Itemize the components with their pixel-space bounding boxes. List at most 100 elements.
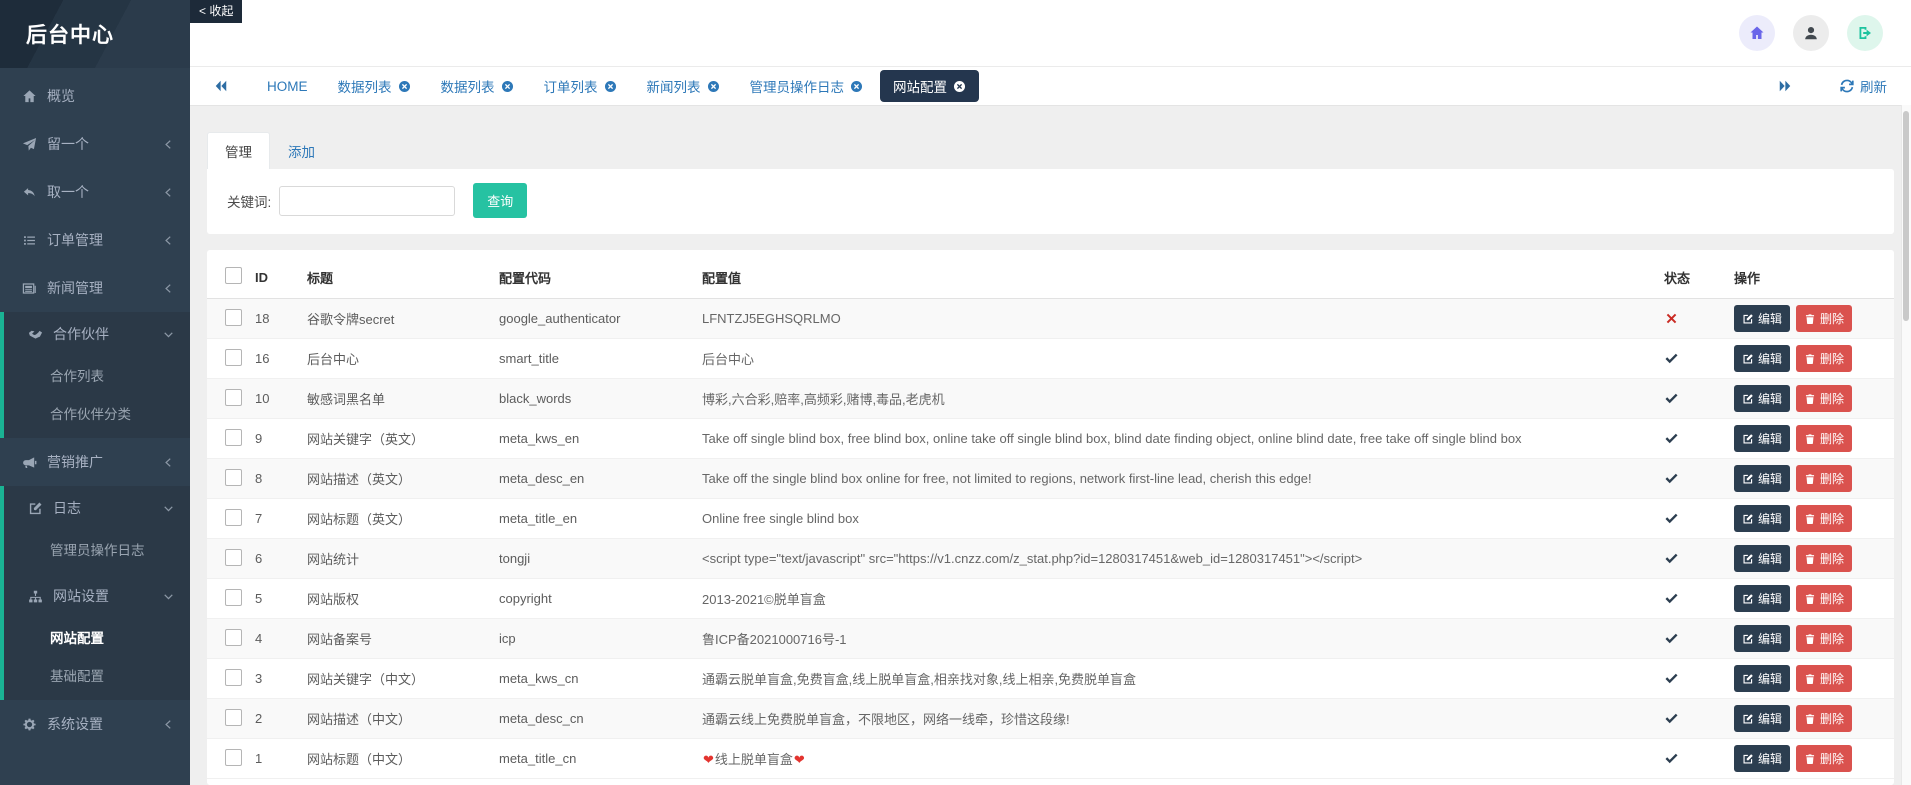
search-panel: 关键词: 查询 <box>207 169 1894 234</box>
trash-icon <box>1804 593 1816 605</box>
sidebar-item-base-config[interactable]: 基础配置 <box>4 656 190 694</box>
refresh-button[interactable]: 刷新 <box>1840 76 1887 96</box>
sidebar-item-partner-list[interactable]: 合作列表 <box>4 356 190 394</box>
close-icon[interactable] <box>953 80 966 93</box>
row-checkbox[interactable] <box>225 469 242 486</box>
sidebar-item-overview[interactable]: 概览 <box>0 72 190 120</box>
trash-icon <box>1804 433 1816 445</box>
sidebar-item-partner-category[interactable]: 合作伙伴分类 <box>4 394 190 432</box>
delete-button[interactable]: 删除 <box>1796 545 1852 572</box>
sidebar-item-take-one[interactable]: 取一个 <box>0 168 190 216</box>
row-checkbox[interactable] <box>225 629 242 646</box>
vertical-scrollbar[interactable] <box>1901 105 1911 785</box>
cell-value: 博彩,六合彩,赔率,高频彩,赌博,毒品,老虎机 <box>702 389 1664 408</box>
home-icon[interactable] <box>1739 15 1775 51</box>
tab-data-list-1[interactable]: 数据列表 <box>325 70 424 102</box>
sidebar-item-logs[interactable]: 日志 <box>4 486 190 530</box>
edit-button[interactable]: 编辑 <box>1734 385 1790 412</box>
row-checkbox[interactable] <box>225 389 242 406</box>
sidebar-item-news-management[interactable]: 新闻管理 <box>0 264 190 312</box>
select-all-checkbox[interactable] <box>225 267 242 284</box>
tab-order-list[interactable]: 订单列表 <box>531 70 630 102</box>
tab-home[interactable]: HOME <box>254 73 321 100</box>
trash-icon <box>1804 473 1816 485</box>
tab-news-list[interactable]: 新闻列表 <box>634 70 733 102</box>
panel-tab-manage[interactable]: 管理 <box>207 132 270 169</box>
sidebar-item-order-management[interactable]: 订单管理 <box>0 216 190 264</box>
delete-button[interactable]: 删除 <box>1796 705 1852 732</box>
delete-button[interactable]: 删除 <box>1796 625 1852 652</box>
close-icon[interactable] <box>501 80 514 93</box>
column-header-code: 配置代码 <box>499 268 702 287</box>
row-checkbox[interactable] <box>225 549 242 566</box>
refresh-icon <box>1840 79 1854 93</box>
collapse-sidebar-button[interactable]: < 收起 <box>190 0 242 23</box>
cell-value: Online free single blind box <box>702 511 1664 526</box>
tab-data-list-2[interactable]: 数据列表 <box>428 70 527 102</box>
cell-title: 网站备案号 <box>307 629 499 648</box>
tab-site-config[interactable]: 网站配置 <box>880 70 979 102</box>
sidebar-item-admin-operation-log[interactable]: 管理员操作日志 <box>4 530 190 568</box>
tab-admin-operation-log[interactable]: 管理员操作日志 <box>737 70 877 102</box>
row-checkbox[interactable] <box>225 669 242 686</box>
sidebar-item-leave-one[interactable]: 留一个 <box>0 120 190 168</box>
sidebar-item-site-settings[interactable]: 网站设置 <box>4 574 190 618</box>
cell-title: 敏感词黑名单 <box>307 389 499 408</box>
cell-id: 2 <box>255 711 307 726</box>
user-icon[interactable] <box>1793 15 1829 51</box>
logout-icon[interactable] <box>1847 15 1883 51</box>
edit-button[interactable]: 编辑 <box>1734 545 1790 572</box>
edit-button[interactable]: 编辑 <box>1734 465 1790 492</box>
row-checkbox[interactable] <box>225 349 242 366</box>
scrollbar-thumb[interactable] <box>1903 111 1909 321</box>
scroll-tabs-left-icon[interactable] <box>214 79 228 93</box>
delete-button[interactable]: 删除 <box>1796 505 1852 532</box>
delete-button[interactable]: 删除 <box>1796 425 1852 452</box>
close-icon[interactable] <box>850 80 863 93</box>
trash-icon <box>1804 353 1816 365</box>
row-checkbox[interactable] <box>225 429 242 446</box>
row-checkbox[interactable] <box>225 709 242 726</box>
row-checkbox[interactable] <box>225 749 242 766</box>
row-checkbox[interactable] <box>225 509 242 526</box>
edit-button[interactable]: 编辑 <box>1734 665 1790 692</box>
close-icon[interactable] <box>604 80 617 93</box>
cell-title: 网站统计 <box>307 549 499 568</box>
edit-button[interactable]: 编辑 <box>1734 585 1790 612</box>
delete-button[interactable]: 删除 <box>1796 465 1852 492</box>
cell-code: meta_title_en <box>499 511 702 526</box>
sidebar-item-site-config[interactable]: 网站配置 <box>4 618 190 656</box>
close-icon[interactable] <box>398 80 411 93</box>
cell-code: meta_kws_en <box>499 431 702 446</box>
edit-button[interactable]: 编辑 <box>1734 345 1790 372</box>
delete-button[interactable]: 删除 <box>1796 745 1852 772</box>
row-checkbox[interactable] <box>225 589 242 606</box>
delete-button[interactable]: 删除 <box>1796 665 1852 692</box>
edit-button[interactable]: 编辑 <box>1734 625 1790 652</box>
sidebar-item-system-settings[interactable]: 系统设置 <box>0 700 190 748</box>
delete-button[interactable]: 删除 <box>1796 305 1852 332</box>
delete-button[interactable]: 删除 <box>1796 385 1852 412</box>
edit-button[interactable]: 编辑 <box>1734 505 1790 532</box>
edit-button[interactable]: 编辑 <box>1734 305 1790 332</box>
edit-button[interactable]: 编辑 <box>1734 745 1790 772</box>
edit-button[interactable]: 编辑 <box>1734 425 1790 452</box>
close-icon[interactable] <box>707 80 720 93</box>
edit-button[interactable]: 编辑 <box>1734 705 1790 732</box>
content-area: 管理添加 关键词: 查询 ID标题配置代码配置值状态操作 18谷歌令牌secre… <box>190 106 1911 785</box>
sidebar-item-marketing[interactable]: 营销推广 <box>0 438 190 486</box>
keyword-input[interactable] <box>279 186 455 216</box>
handshake-icon <box>28 327 43 342</box>
scroll-tabs-right-icon[interactable] <box>1778 79 1792 93</box>
cell-id: 18 <box>255 311 307 326</box>
sidebar-item-partners[interactable]: 合作伙伴 <box>4 312 190 356</box>
cell-value: LFNTZJ5EGHSQRLMO <box>702 311 1664 326</box>
row-checkbox[interactable] <box>225 309 242 326</box>
sidebar-header: 后台中心 <box>0 0 190 68</box>
cell-title: 谷歌令牌secret <box>307 309 499 328</box>
delete-button[interactable]: 删除 <box>1796 345 1852 372</box>
query-button[interactable]: 查询 <box>473 183 527 218</box>
table-body: 18谷歌令牌secretgoogle_authenticatorLFNTZJ5E… <box>207 299 1894 779</box>
panel-tab-add[interactable]: 添加 <box>270 132 333 169</box>
delete-button[interactable]: 删除 <box>1796 585 1852 612</box>
